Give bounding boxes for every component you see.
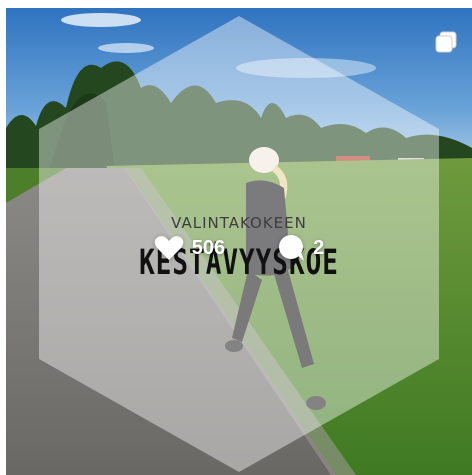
heart-icon — [154, 236, 184, 260]
comments-stat[interactable]: 2 — [277, 234, 324, 262]
likes-count: 506 — [191, 236, 226, 259]
speech-bubble-icon — [279, 235, 305, 261]
instagram-post-tile[interactable]: VALINTAKOKEEN KESTÄVYYSKOE 506 2 — [6, 8, 472, 475]
multiple-images-icon[interactable] — [434, 30, 458, 54]
comments-count: 2 — [313, 236, 325, 259]
post-stats-overlay: 506 2 — [6, 234, 472, 262]
poster-headline-small: VALINTAKOKEEN — [171, 214, 307, 232]
likes-stat[interactable]: 506 — [154, 235, 225, 261]
